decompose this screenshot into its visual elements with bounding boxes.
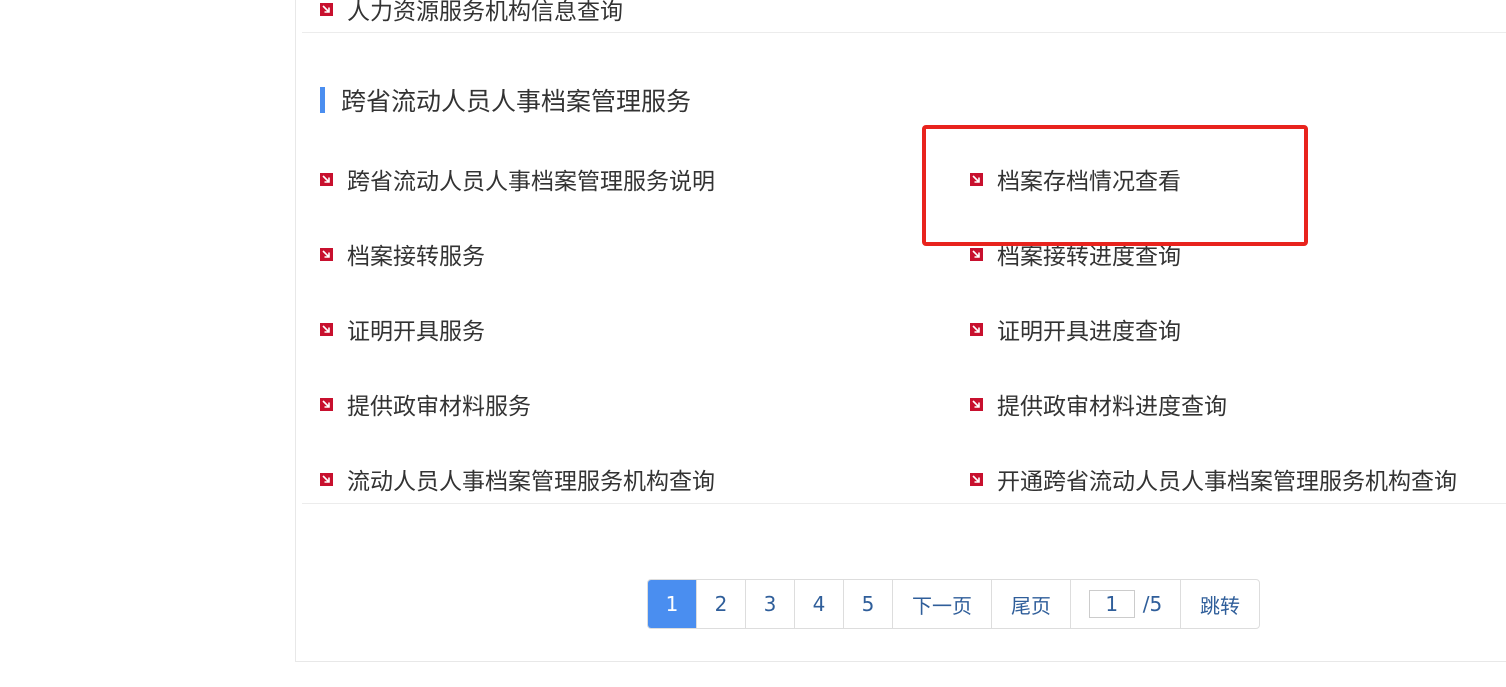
jump-button[interactable]: 跳转: [1181, 580, 1259, 628]
section-title: 跨省流动人员人事档案管理服务: [320, 84, 691, 116]
list-item-label: 开通跨省流动人员人事档案管理服务机构查询: [997, 469, 1457, 495]
list-item-label: 证明开具服务: [347, 319, 485, 345]
list-item-label: 提供政审材料服务: [347, 394, 531, 420]
list-item-archive-status-view[interactable]: 档案存档情况查看: [970, 164, 1181, 195]
list-item-label: 证明开具进度查询: [997, 319, 1181, 345]
arrow-bullet-icon: [970, 172, 983, 186]
list-item-label: 档案接转服务: [347, 244, 485, 270]
list-item-label: 提供政审材料进度查询: [997, 394, 1227, 420]
list-item-certificate-progress[interactable]: 证明开具进度查询: [970, 314, 1181, 345]
page-button-1[interactable]: 1: [648, 580, 697, 628]
pagination: 1 2 3 4 5 下一页 尾页 /5 跳转: [647, 579, 1260, 629]
list-item-cross-province-agency-query[interactable]: 开通跨省流动人员人事档案管理服务机构查询: [970, 464, 1457, 495]
list-item-archive-service-intro[interactable]: 跨省流动人员人事档案管理服务说明: [320, 164, 715, 195]
page-total-label: /5: [1142, 592, 1163, 616]
arrow-bullet-icon: [970, 322, 983, 336]
arrow-bullet-icon: [320, 247, 333, 261]
section-title-text: 跨省流动人员人事档案管理服务: [341, 87, 692, 116]
section-divider: [302, 503, 1506, 504]
list-item-label: 档案存档情况查看: [997, 169, 1181, 195]
list-item-archive-transfer-progress[interactable]: 档案接转进度查询: [970, 239, 1181, 270]
page: 人力资源服务机构信息查询 跨省流动人员人事档案管理服务 跨省流动人员人事档案管理…: [0, 0, 1506, 687]
section-divider: [302, 32, 1506, 33]
list-item-archive-agency-query[interactable]: 流动人员人事档案管理服务机构查询: [320, 464, 715, 495]
page-button-4[interactable]: 4: [795, 580, 844, 628]
list-item-political-review-service[interactable]: 提供政审材料服务: [320, 389, 531, 420]
arrow-bullet-icon: [970, 397, 983, 411]
page-jump-input[interactable]: [1088, 590, 1135, 618]
list-item-archive-transfer[interactable]: 档案接转服务: [320, 239, 485, 270]
page-jump-group: /5: [1071, 580, 1181, 628]
page-button-5[interactable]: 5: [844, 580, 893, 628]
list-item-hr-agency-query[interactable]: 人力资源服务机构信息查询: [320, 0, 623, 25]
content-left-border: [295, 0, 296, 662]
list-item-certificate-service[interactable]: 证明开具服务: [320, 314, 485, 345]
arrow-bullet-icon: [970, 247, 983, 261]
next-page-button[interactable]: 下一页: [893, 580, 992, 628]
arrow-bullet-icon: [320, 2, 333, 16]
list-item-label: 人力资源服务机构信息查询: [347, 0, 623, 25]
list-item-political-review-progress[interactable]: 提供政审材料进度查询: [970, 389, 1227, 420]
arrow-bullet-icon: [320, 322, 333, 336]
arrow-bullet-icon: [320, 397, 333, 411]
content-bottom-border: [295, 661, 1506, 662]
page-button-3[interactable]: 3: [746, 580, 795, 628]
arrow-bullet-icon: [320, 472, 333, 486]
list-item-label: 跨省流动人员人事档案管理服务说明: [347, 169, 715, 195]
arrow-bullet-icon: [320, 172, 333, 186]
last-page-button[interactable]: 尾页: [992, 580, 1071, 628]
page-button-2[interactable]: 2: [697, 580, 746, 628]
list-item-label: 流动人员人事档案管理服务机构查询: [347, 469, 715, 495]
list-item-label: 档案接转进度查询: [997, 244, 1181, 270]
section-title-bar: [320, 87, 325, 113]
arrow-bullet-icon: [970, 472, 983, 486]
